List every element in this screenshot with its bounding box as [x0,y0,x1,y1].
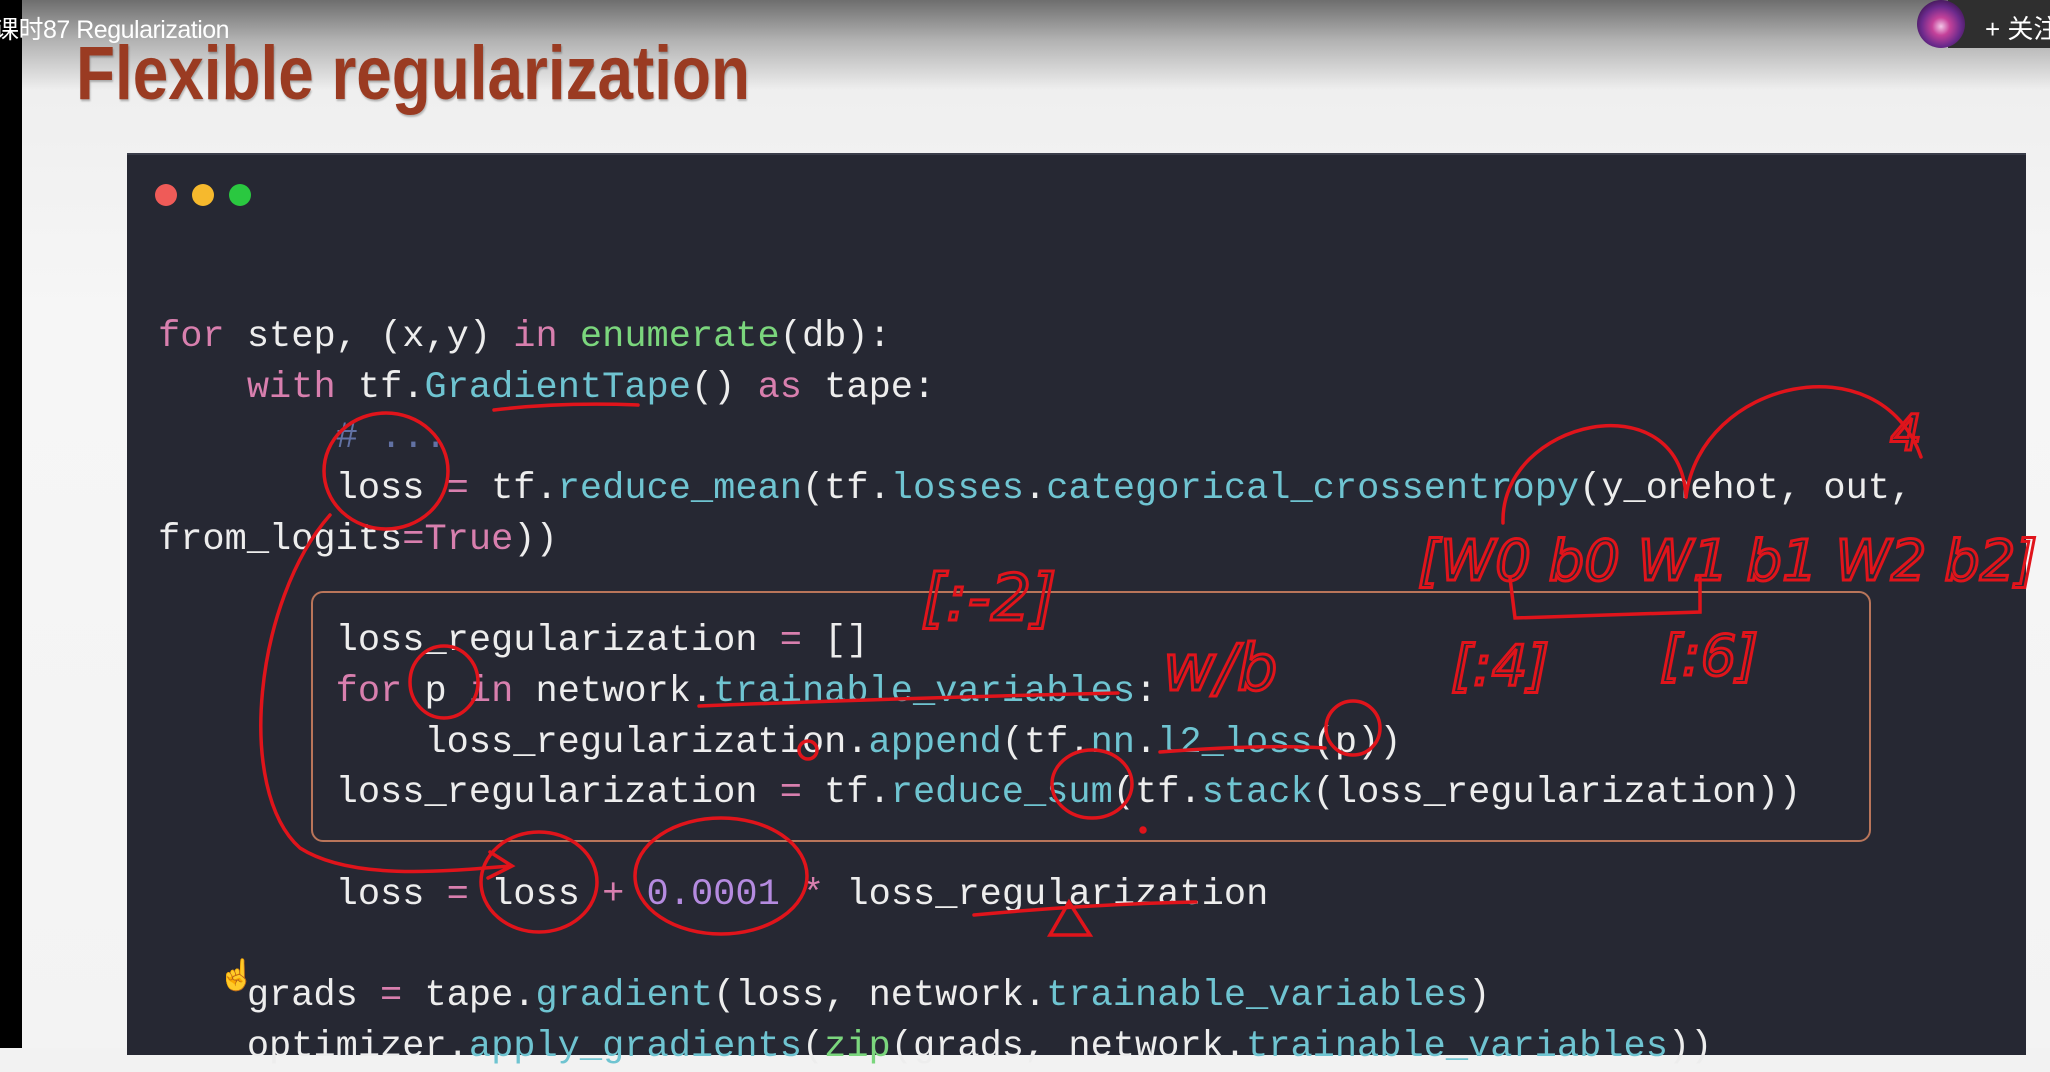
code-token: (db): [779,316,891,358]
code-token: : [1135,670,1158,713]
code-token: )) [1667,1025,1713,1068]
code-token: gradient [535,974,714,1017]
code-token: tf. [468,468,558,511]
code-token: as [757,366,802,409]
code-token: tf. [335,366,425,409]
code-token: reduce_sum [890,772,1113,815]
code-line: with tf.GradientTape() as tape: [158,363,1912,414]
code-token: ) [1468,974,1491,1017]
code-token: categorical_crossentropy [1046,468,1580,511]
code-token: loss_regularization [158,620,780,663]
code-token: loss_regularization [824,873,1269,916]
code-token: append [868,721,1002,764]
uploader-avatar[interactable] [1917,0,1965,48]
code-line: loss_regularization.append(tf.nn.l2_loss… [158,718,1912,769]
minimize-dot-icon [192,184,214,206]
close-dot-icon [155,184,177,206]
code-token: = [446,468,469,511]
code-line: loss_regularization = [] [158,616,1912,667]
code-token: network. [513,670,714,713]
code-token: grads [158,974,381,1017]
code-token: True [424,518,514,561]
code-line: # ... [158,413,1912,464]
code-token: (tf. [801,468,891,511]
code-token: apply_gradients [468,1025,802,1068]
code-block: for step, (x,y) in enumerate(db): with t… [158,312,1912,1072]
code-token: = [402,518,425,561]
code-token: (tf. [1112,772,1202,815]
code-token: p [402,670,469,713]
code-line: loss_regularization = tf.reduce_sum(tf.s… [158,768,1912,819]
code-token: GradientTape [424,366,691,409]
code-token: (tf. [1001,721,1091,764]
code-token: (p)) [1312,721,1402,764]
code-token: for [158,316,225,358]
code-token: nn [1090,721,1135,764]
code-token: = [779,772,802,815]
code-token: trainable_variables [713,670,1136,713]
code-token: (loss_regularization)) [1312,772,1802,815]
code-token: (y_onehot, out, [1579,468,1913,511]
code-token: * [802,873,825,916]
follow-button-label[interactable]: + 关注 [1985,9,2050,46]
code-token: [] [801,620,869,663]
maximize-dot-icon [229,184,251,206]
code-token: loss [158,873,447,916]
code-token: + [602,873,625,916]
code-token: (loss, network. [713,974,1047,1017]
code-token: = [380,974,403,1017]
code-token: tf. [801,772,891,815]
code-token: losses [890,468,1025,511]
code-token: enumerate [579,316,780,358]
code-token: for [335,670,403,713]
mouse-cursor-icon: ☝ [218,959,256,992]
code-token: (grads, network. [890,1025,1247,1068]
code-line: for step, (x,y) in enumerate(db): [158,312,1912,363]
code-token: . [1135,721,1158,764]
code-token: in [513,316,558,358]
code-token: loss_regularization [158,772,780,815]
code-token: loss [158,468,447,511]
code-token: = [779,620,802,663]
code-line: from_logits=True)) [158,515,1912,566]
code-token: l2_loss [1157,721,1313,764]
code-line: for p in network.trainable_variables: [158,667,1912,718]
code-token: reduce_mean [557,468,802,511]
code-token: loss_regularization. [158,721,869,764]
video-letterbox [0,0,22,1048]
code-token: trainable_variables [1046,974,1469,1017]
code-token: loss [468,873,603,916]
code-line: loss = loss + 0.0001 * loss_regularizati… [158,870,1912,921]
code-line: grads = tape.gradient(loss, network.trai… [158,971,1912,1022]
code-token: tape: [801,366,936,409]
code-line: loss = tf.reduce_mean(tf.losses.categori… [158,464,1913,515]
code-token: )) [513,518,558,561]
code-token: step, (x,y) [224,316,514,358]
code-token: with [246,366,336,409]
slide-title: Flexible regularization [76,31,751,116]
code-token: in [468,670,514,713]
code-token: optimizer. [158,1025,469,1068]
code-token: tape. [402,974,536,1017]
code-line: optimizer.apply_gradients(zip(grads, net… [158,1022,1912,1072]
code-token: () [690,366,758,409]
code-token: = [446,873,469,916]
code-token: . [1024,468,1047,511]
code-token: zip [824,1025,891,1068]
code-token: 0.0001 [646,873,780,916]
code-token: stack [1201,772,1313,815]
code-token: ( [801,1025,825,1068]
code-token: trainable_variables [1246,1025,1668,1068]
code-token: from_logits [158,518,403,561]
code-token: # ... [335,417,447,460]
